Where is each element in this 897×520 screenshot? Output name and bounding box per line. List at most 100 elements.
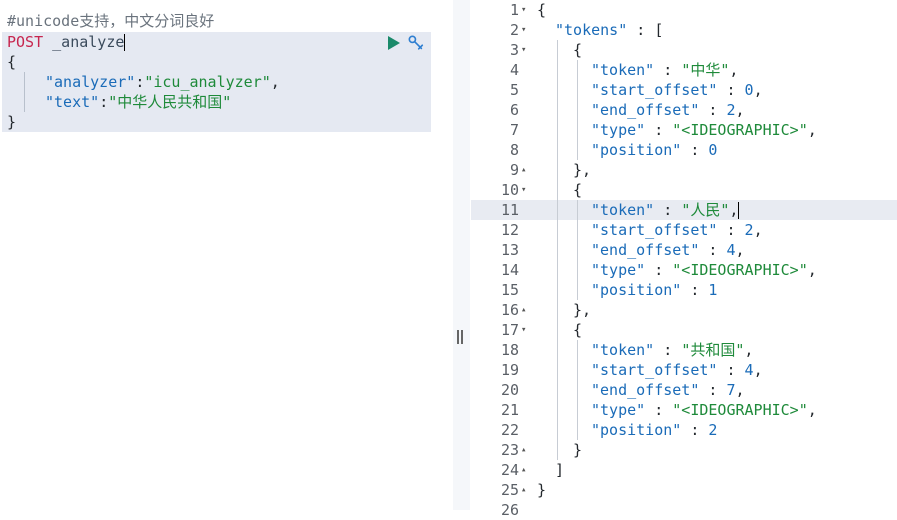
line-number: 21 — [500, 401, 519, 419]
line-number: 11 — [500, 201, 519, 219]
fold-expand-icon[interactable]: ▴ — [521, 300, 531, 320]
code-line[interactable]: }, — [573, 300, 591, 320]
line-number: 17 — [500, 321, 519, 339]
wrench-icon[interactable] — [407, 34, 425, 52]
code-line[interactable]: { — [573, 180, 582, 200]
end-offset-value: 2 — [726, 101, 736, 119]
fold-expand-icon[interactable]: ▴ — [521, 440, 531, 460]
code-line[interactable]: }, — [573, 160, 591, 180]
fold-collapse-icon[interactable]: ▾ — [521, 0, 531, 20]
code-line[interactable]: } — [573, 440, 582, 460]
code-line[interactable]: "type" : "<IDEOGRAPHIC>", — [591, 400, 817, 420]
code-line[interactable]: "position" : 1 — [591, 280, 717, 300]
panel-resize-handle[interactable] — [455, 328, 465, 348]
code-line[interactable]: "end_offset" : 2, — [591, 100, 745, 120]
line-number: 15 — [500, 281, 519, 299]
text-cursor — [124, 34, 126, 51]
fold-collapse-icon[interactable]: ▾ — [521, 320, 531, 340]
code-line[interactable]: "start_offset" : 2, — [591, 220, 763, 240]
request-text-line[interactable]: "text":"中华人民共和国" — [45, 92, 231, 112]
position-value: 2 — [708, 421, 718, 439]
code-line[interactable]: "token" : "中华", — [591, 60, 738, 80]
request-close-brace[interactable]: } — [7, 112, 16, 132]
text-key: "text" — [45, 93, 100, 111]
line-number: 3 — [509, 41, 519, 59]
line-number: 4 — [509, 61, 519, 79]
position-value: 1 — [708, 281, 718, 299]
line-number: 25 — [500, 481, 519, 499]
line-number: 6 — [509, 101, 519, 119]
editor-scroll-track[interactable] — [453, 0, 470, 510]
code-line[interactable]: { — [537, 0, 546, 20]
indent-guide — [577, 60, 578, 160]
line-number: 19 — [500, 361, 519, 379]
line-number: 8 — [509, 141, 519, 159]
line-number: 5 — [509, 81, 519, 99]
line-number: 23 — [500, 441, 519, 459]
code-line[interactable]: "type" : "<IDEOGRAPHIC>", — [591, 120, 817, 140]
code-line[interactable]: "end_offset" : 4, — [591, 240, 745, 260]
line-number: 18 — [500, 341, 519, 359]
tokens-key: "tokens" — [555, 21, 628, 39]
indent-guide — [577, 200, 578, 300]
code-line[interactable]: "tokens" : [ — [555, 20, 663, 40]
fold-expand-icon[interactable]: ▴ — [521, 480, 531, 500]
code-line[interactable]: "type" : "<IDEOGRAPHIC>", — [591, 260, 817, 280]
code-line[interactable]: "end_offset" : 7, — [591, 380, 745, 400]
token-value: "中华" — [681, 61, 730, 79]
line-number: 10 — [500, 181, 519, 199]
line-number: 14 — [500, 261, 519, 279]
code-line[interactable]: "position" : 0 — [591, 140, 717, 160]
line-number: 7 — [509, 121, 519, 139]
fold-collapse-icon[interactable]: ▾ — [521, 180, 531, 200]
type-value: "<IDEOGRAPHIC>" — [672, 121, 808, 139]
code-line[interactable]: "token" : "人民", — [591, 200, 740, 220]
start-offset-value: 0 — [744, 81, 754, 99]
code-line[interactable]: "start_offset" : 4, — [591, 360, 763, 380]
indent-guide — [577, 340, 578, 440]
text-value: "中华人民共和国" — [108, 93, 232, 111]
code-line[interactable]: "position" : 2 — [591, 420, 717, 440]
token-value: "人民" — [681, 201, 730, 219]
request-open-brace[interactable]: { — [7, 52, 16, 72]
code-line[interactable]: } — [537, 480, 546, 500]
line-number: 24 — [500, 461, 519, 479]
code-line[interactable]: "token" : "共和国", — [591, 340, 753, 360]
line-number: 20 — [500, 381, 519, 399]
indent-guide — [557, 40, 558, 460]
code-line[interactable]: "start_offset" : 0, — [591, 80, 763, 100]
line-number: 9 — [509, 161, 519, 179]
console-app: #unicode支持，中文分词良好 POST _analyze { "analy… — [0, 0, 897, 519]
play-icon[interactable] — [384, 34, 402, 52]
fold-collapse-icon[interactable]: ▾ — [521, 20, 531, 40]
line-number: 16 — [500, 301, 519, 319]
token-value: "共和国" — [681, 341, 745, 359]
start-offset-value: 4 — [744, 361, 754, 379]
request-comment[interactable]: #unicode支持，中文分词良好 — [7, 11, 214, 31]
code-line[interactable]: { — [573, 320, 582, 340]
start-offset-value: 2 — [744, 221, 754, 239]
line-number: 26 — [500, 501, 519, 519]
line-number: 1 — [509, 1, 519, 19]
code-line[interactable]: ] — [555, 460, 564, 480]
fold-expand-icon[interactable]: ▴ — [521, 160, 531, 180]
position-value: 0 — [708, 141, 718, 159]
line-number: 13 — [500, 241, 519, 259]
fold-collapse-icon[interactable]: ▾ — [521, 40, 531, 60]
line-number: 22 — [500, 421, 519, 439]
request-analyzer-line[interactable]: "analyzer":"icu_analyzer", — [45, 72, 280, 92]
type-value: "<IDEOGRAPHIC>" — [672, 401, 808, 419]
line-number: 12 — [500, 221, 519, 239]
analyzer-key: "analyzer" — [45, 73, 136, 91]
analyzer-value: "icu_analyzer" — [144, 73, 271, 91]
request-line[interactable]: POST _analyze — [7, 32, 126, 52]
end-offset-value: 7 — [726, 381, 736, 399]
indent-guide — [24, 72, 25, 112]
response-viewer[interactable]: 1 2 3 4 5 6 7 8 9 10 11 12 13 14 15 16 17 18 19 20 21 22 23 24 2… — [471, 0, 897, 519]
text-cursor — [738, 202, 740, 219]
request-path: _analyze — [52, 33, 125, 51]
code-line[interactable]: { — [573, 40, 582, 60]
fold-expand-icon[interactable]: ▴ — [521, 460, 531, 480]
request-editor[interactable]: #unicode支持，中文分词良好 POST _analyze { "analy… — [0, 0, 453, 510]
line-number: 2 — [509, 21, 519, 39]
